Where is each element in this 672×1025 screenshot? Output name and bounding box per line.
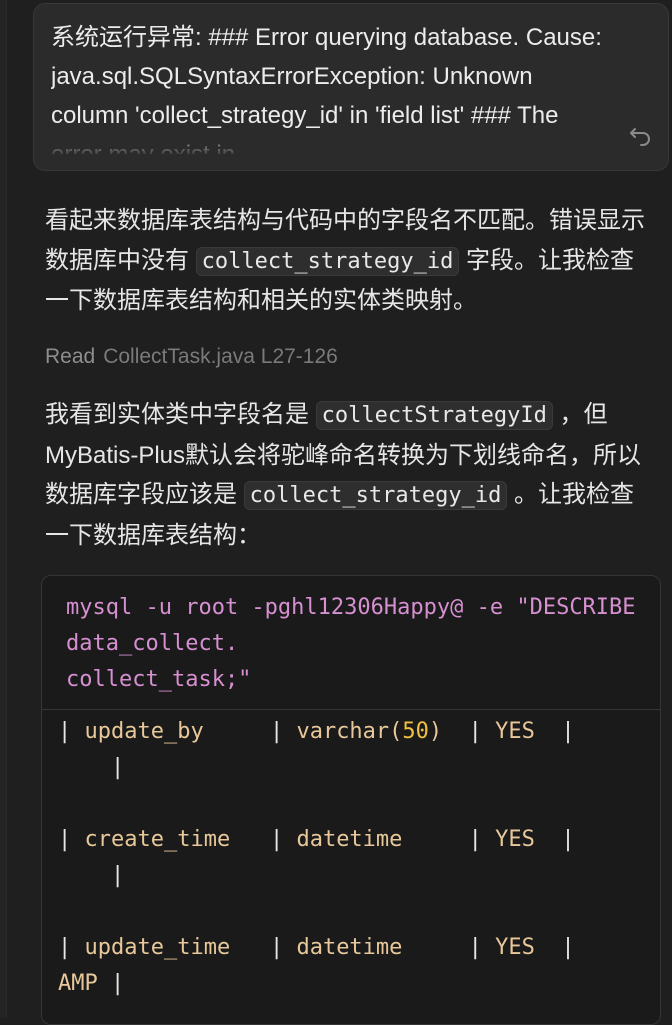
terminal-output: | update_by | varchar(50) | YES | | | cr… xyxy=(58,719,575,996)
row-null: YES xyxy=(495,827,535,852)
row-null: YES xyxy=(495,935,535,960)
terminal-command: mysql -u root -pghl12306Happy@ -e "DESCR… xyxy=(66,595,636,692)
user-message-bubble[interactable]: 系统运行异常: ### Error querying database. Cau… xyxy=(33,3,669,171)
row-type: varchar( xyxy=(296,719,403,744)
row-type-number: 50 xyxy=(402,719,429,744)
terminal-output-block: mysql -u root -pghl12306Happy@ -e "DESCR… xyxy=(41,575,661,1025)
row-type: datetime xyxy=(296,935,403,960)
row-field: update_time xyxy=(84,935,231,960)
read-action-verb: Read xyxy=(45,345,96,368)
row-field: create_time xyxy=(84,827,231,852)
row-type-post: ) xyxy=(428,719,443,744)
output-tail-fragment: AMP xyxy=(58,971,98,996)
row-type: datetime xyxy=(296,827,403,852)
row-field: update_by xyxy=(84,719,204,744)
inline-code-column-name: collect_strategy_id xyxy=(195,246,460,276)
inline-code-field-name: collectStrategyId xyxy=(315,401,553,430)
message-fade-overlay xyxy=(34,128,668,170)
assistant-paragraph-1: 看起来数据库表结构与代码中的字段名不匹配。错误显示数据库中没有 collect_… xyxy=(45,201,657,321)
left-rail xyxy=(0,0,7,1018)
row-null: YES xyxy=(495,719,535,744)
para2-text-before: 我看到实体类中字段名是 xyxy=(45,401,309,428)
undo-icon[interactable] xyxy=(628,120,654,146)
assistant-paragraph-2: 我看到实体类中字段名是 collectStrategyId ，但MyBatis-… xyxy=(45,395,657,555)
inline-code-column-name-2: collect_strategy_id xyxy=(243,481,508,510)
read-action-target[interactable]: CollectTask.java L27-126 xyxy=(103,345,338,368)
code-block-divider xyxy=(42,709,660,710)
read-file-action[interactable]: Read CollectTask.java L27-126 xyxy=(45,342,338,372)
